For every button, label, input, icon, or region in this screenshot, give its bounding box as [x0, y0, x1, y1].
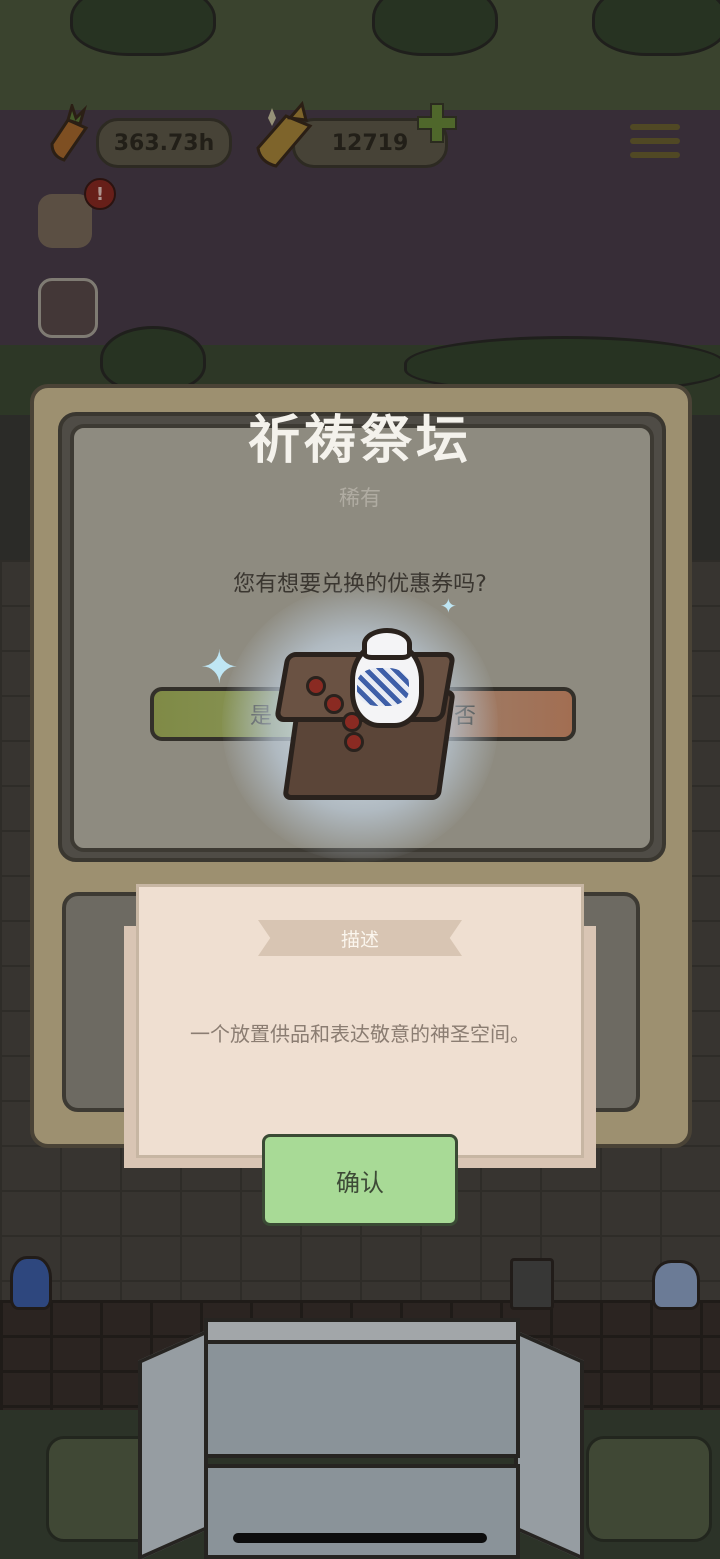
sparkle-icon: ✦ [200, 640, 239, 694]
offering-fruit [324, 694, 344, 714]
rarity-label: 稀有 [339, 486, 381, 510]
description-header: 描述 [258, 920, 462, 956]
confirm-button[interactable]: 确认 [262, 1134, 458, 1226]
sparkle-icon: ✦ [440, 594, 457, 618]
offering-fruit [306, 676, 326, 696]
dialog-title: 祈祷祭坛 [247, 411, 472, 471]
confirm-button-label: 确认 [336, 1168, 384, 1197]
description-header-label: 描述 [340, 928, 379, 951]
offering-fruit [344, 732, 364, 752]
vase-pattern [357, 668, 409, 706]
home-indicator[interactable] [233, 1533, 487, 1543]
description-text: 一个放置供品和表达敬意的神圣空间。 [190, 1022, 530, 1046]
vase-lid [362, 628, 412, 660]
